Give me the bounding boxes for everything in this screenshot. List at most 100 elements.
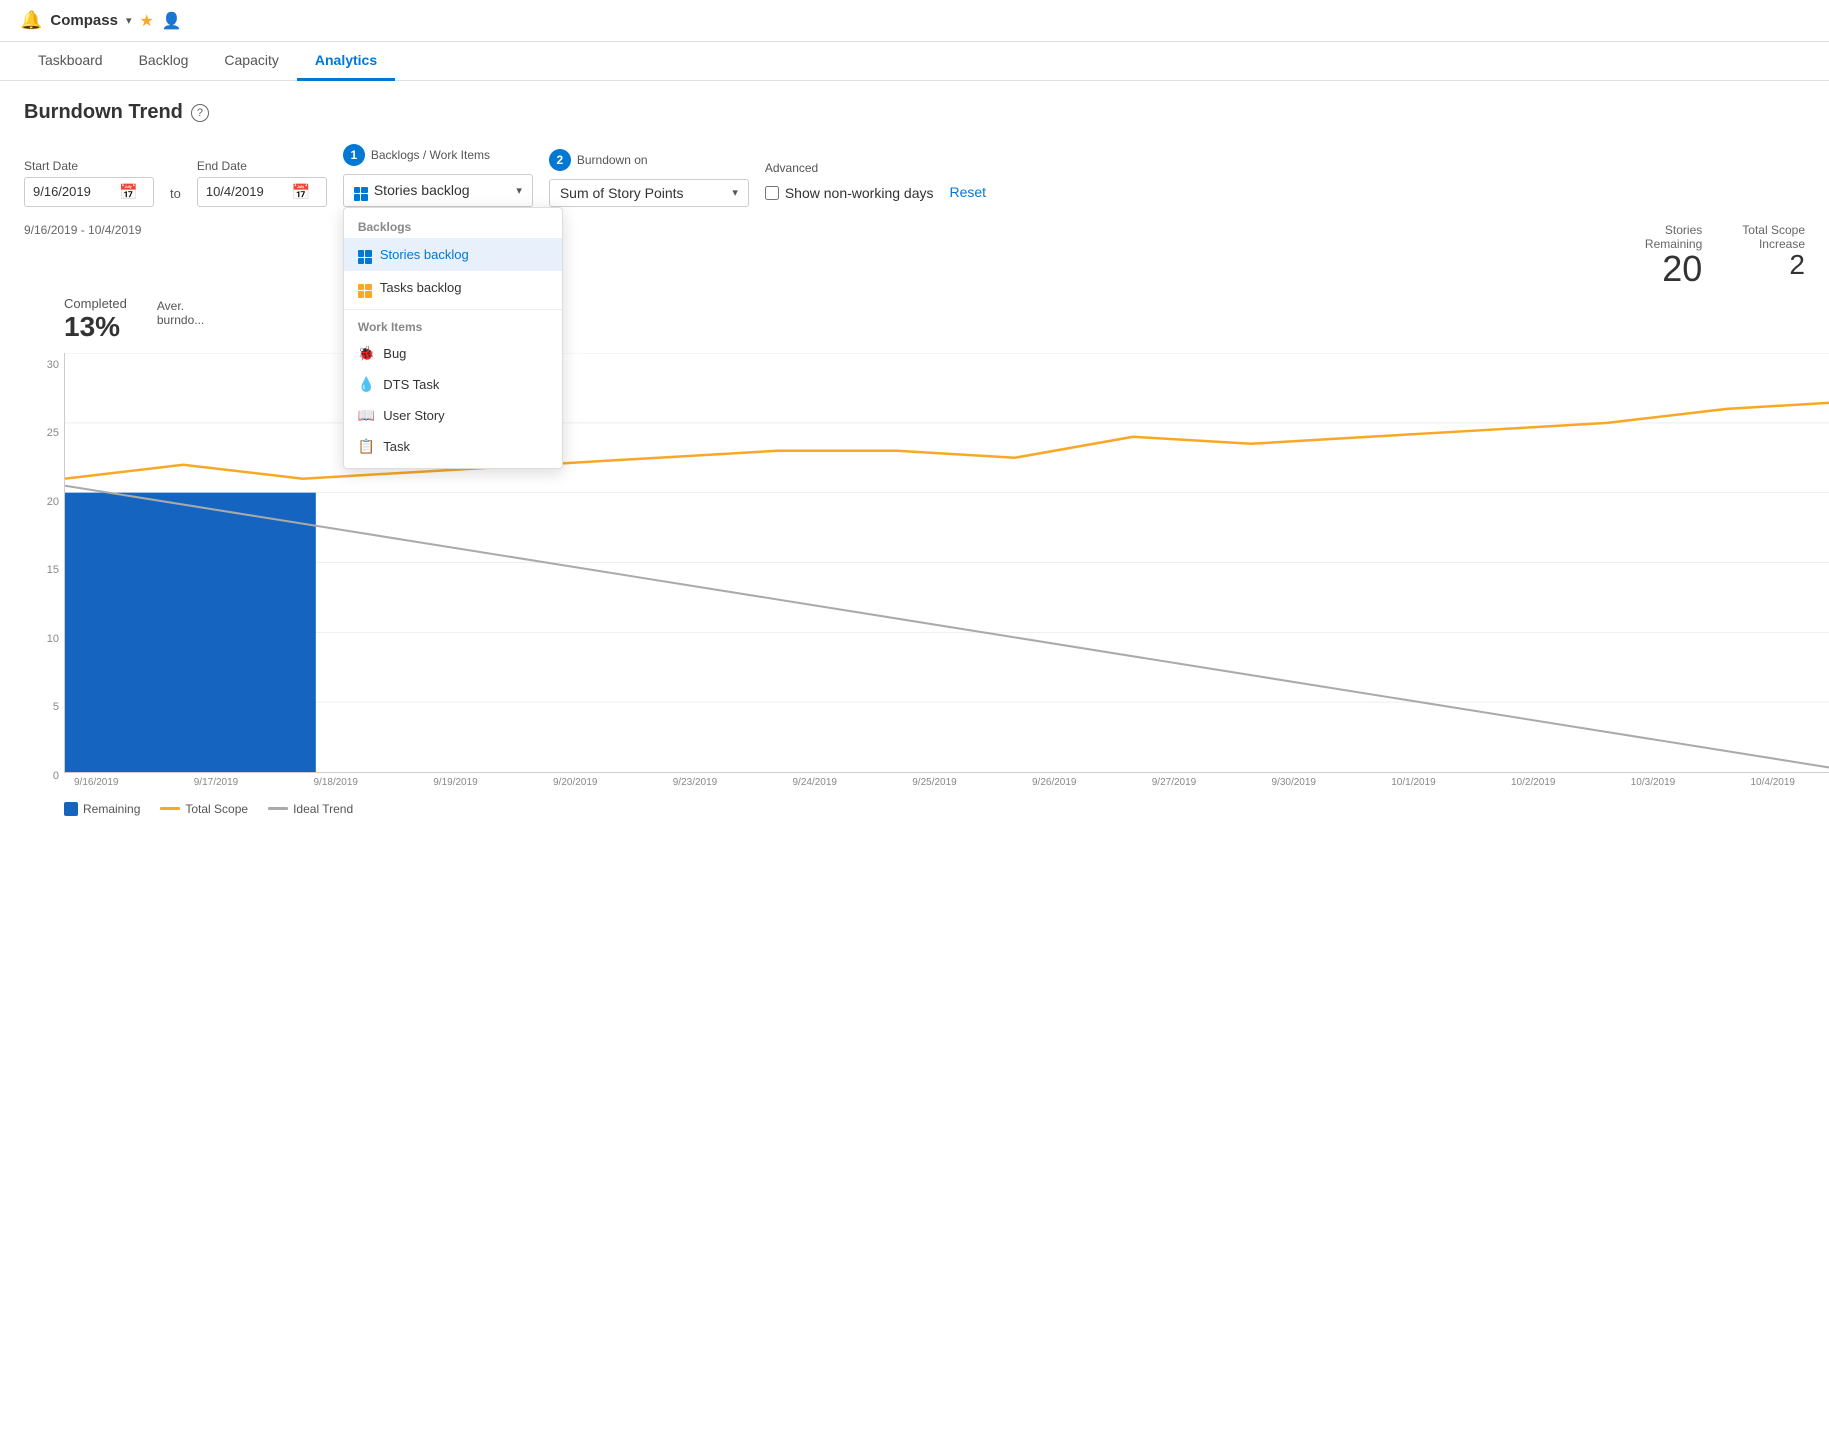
work-items-section-label: Work Items [344, 314, 562, 338]
top-bar: 🔔 Compass ▾ ★ 👤 [0, 0, 1829, 42]
y-label-20: 20 [24, 496, 59, 508]
start-date-label: Start Date [24, 159, 154, 173]
start-date-input-wrapper[interactable]: 📅 [24, 177, 154, 207]
reset-button[interactable]: Reset [949, 178, 986, 207]
backlogs-selected-value: Stories backlog [374, 182, 470, 198]
task-icon: 📋 [358, 438, 375, 455]
backlogs-dropdown-btn[interactable]: Stories backlog ▾ [343, 174, 533, 207]
show-nonworking-label[interactable]: Show non-working days [785, 185, 934, 201]
chart-subheader: Completed 13% Aver. burndo... [64, 295, 1805, 343]
step-1-indicator: 1 Backlogs / Work Items [343, 144, 533, 166]
x-axis: 9/16/2019 9/17/2019 9/18/2019 9/19/2019 … [64, 777, 1805, 788]
x-label-7: 9/25/2019 [912, 777, 957, 788]
stories-remaining-value: 20 [1645, 251, 1702, 287]
bug-icon: 🐞 [358, 345, 375, 362]
dropdown-divider [344, 309, 562, 310]
burndown-control-group: 2 Burndown on Sum of Story Points ▾ [549, 149, 749, 207]
step-1-badge: 1 [343, 144, 365, 166]
chart-area: 9/16/2019 - 10/4/2019 StoriesRemaining 2… [24, 223, 1805, 816]
avg-burndown-label2: burndo... [157, 313, 204, 327]
x-label-9: 9/27/2019 [1152, 777, 1197, 788]
y-label-0: 0 [24, 770, 59, 782]
remaining-color-box [64, 802, 78, 816]
x-label-14: 10/4/2019 [1751, 777, 1796, 788]
stories-backlog-label: Stories backlog [380, 247, 469, 262]
app-dropdown-arrow[interactable]: ▾ [126, 14, 132, 27]
person-add-icon: 👤 [162, 11, 182, 31]
chart-svg [65, 353, 1829, 772]
tab-backlog[interactable]: Backlog [121, 42, 207, 81]
x-label-3: 9/19/2019 [433, 777, 478, 788]
y-label-25: 25 [24, 427, 59, 439]
dropdown-item-stories-backlog[interactable]: Stories backlog [344, 238, 562, 272]
tab-capacity[interactable]: Capacity [206, 42, 296, 81]
legend-remaining: Remaining [64, 802, 140, 816]
dropdown-item-task[interactable]: 📋 Task [344, 431, 562, 462]
x-label-0: 9/16/2019 [74, 777, 119, 788]
show-nonworking-checkbox[interactable] [765, 186, 779, 200]
y-label-10: 10 [24, 633, 59, 645]
task-label: Task [383, 439, 410, 454]
tab-taskboard[interactable]: Taskboard [20, 42, 121, 81]
end-date-label: End Date [197, 159, 327, 173]
app-icon: 🔔 [20, 10, 42, 31]
x-label-2: 9/18/2019 [314, 777, 359, 788]
completed-label: Completed [64, 296, 127, 311]
dropdown-item-dts-task[interactable]: 💧 DTS Task [344, 369, 562, 400]
y-label-30: 30 [24, 359, 59, 371]
total-scope-increase-label: Total ScopeIncrease [1742, 223, 1805, 251]
chart-container [64, 353, 1829, 773]
x-label-6: 9/24/2019 [793, 777, 838, 788]
burndown-chevron-icon: ▾ [732, 186, 738, 199]
dts-label: DTS Task [383, 377, 439, 392]
total-scope-color-line [160, 807, 180, 810]
stories-remaining-label: StoriesRemaining [1645, 223, 1702, 251]
favorite-icon[interactable]: ★ [139, 11, 153, 31]
end-date-input[interactable] [206, 184, 286, 199]
stories-backlog-icon [358, 245, 372, 265]
legend: Remaining Total Scope Ideal Trend [64, 802, 1805, 816]
dropdown-item-tasks-backlog[interactable]: Tasks backlog [344, 271, 562, 305]
stats-right: StoriesRemaining 20 Total ScopeIncrease … [1645, 223, 1805, 287]
page-title-row: Burndown Trend ? [24, 101, 1805, 124]
legend-total-scope: Total Scope [160, 802, 248, 816]
start-date-calendar-icon[interactable]: 📅 [119, 183, 138, 201]
remaining-legend-label: Remaining [83, 802, 140, 816]
y-label-15: 15 [24, 564, 59, 576]
x-label-12: 10/2/2019 [1511, 777, 1556, 788]
y-label-5: 5 [24, 701, 59, 713]
nav-tabs: Taskboard Backlog Capacity Analytics [0, 42, 1829, 81]
total-scope-legend-label: Total Scope [185, 802, 248, 816]
burndown-dropdown-btn[interactable]: Sum of Story Points ▾ [549, 179, 749, 207]
burndown-label: Burndown on [577, 153, 648, 167]
show-nonworking-row: Show non-working days [765, 179, 934, 207]
tasks-backlog-label: Tasks backlog [380, 280, 462, 295]
app-name: Compass [50, 12, 118, 29]
end-date-calendar-icon[interactable]: 📅 [292, 183, 311, 201]
main-content: Burndown Trend ? Start Date 📅 to End Dat… [0, 81, 1829, 836]
start-date-group: Start Date 📅 [24, 159, 154, 207]
end-date-input-wrapper[interactable]: 📅 [197, 177, 327, 207]
end-date-group: End Date 📅 [197, 159, 327, 207]
x-label-11: 10/1/2019 [1391, 777, 1436, 788]
start-date-input[interactable] [33, 184, 113, 199]
dts-icon: 💧 [358, 376, 375, 393]
ideal-trend-color-line [268, 807, 288, 810]
to-label: to [170, 186, 181, 207]
step-2-badge: 2 [549, 149, 571, 171]
help-icon[interactable]: ? [191, 104, 209, 122]
backlog-grid-icon [354, 180, 368, 201]
backlogs-chevron-icon: ▾ [516, 184, 522, 197]
backlogs-section-label: Backlogs [344, 214, 562, 238]
date-range-label: 9/16/2019 - 10/4/2019 [24, 223, 141, 287]
tab-analytics[interactable]: Analytics [297, 42, 395, 81]
chart-wrapper: 30 25 20 15 10 5 0 [24, 353, 1805, 788]
x-label-13: 10/3/2019 [1631, 777, 1676, 788]
dropdown-item-bug[interactable]: 🐞 Bug [344, 338, 562, 369]
y-axis: 30 25 20 15 10 5 0 [24, 353, 64, 788]
legend-ideal-trend: Ideal Trend [268, 802, 353, 816]
total-scope-block: Total ScopeIncrease 2 [1742, 223, 1805, 287]
step-2-indicator: 2 Burndown on [549, 149, 749, 171]
avg-burndown-block: Aver. burndo... [157, 295, 204, 343]
dropdown-item-user-story[interactable]: 📖 User Story [344, 400, 562, 431]
